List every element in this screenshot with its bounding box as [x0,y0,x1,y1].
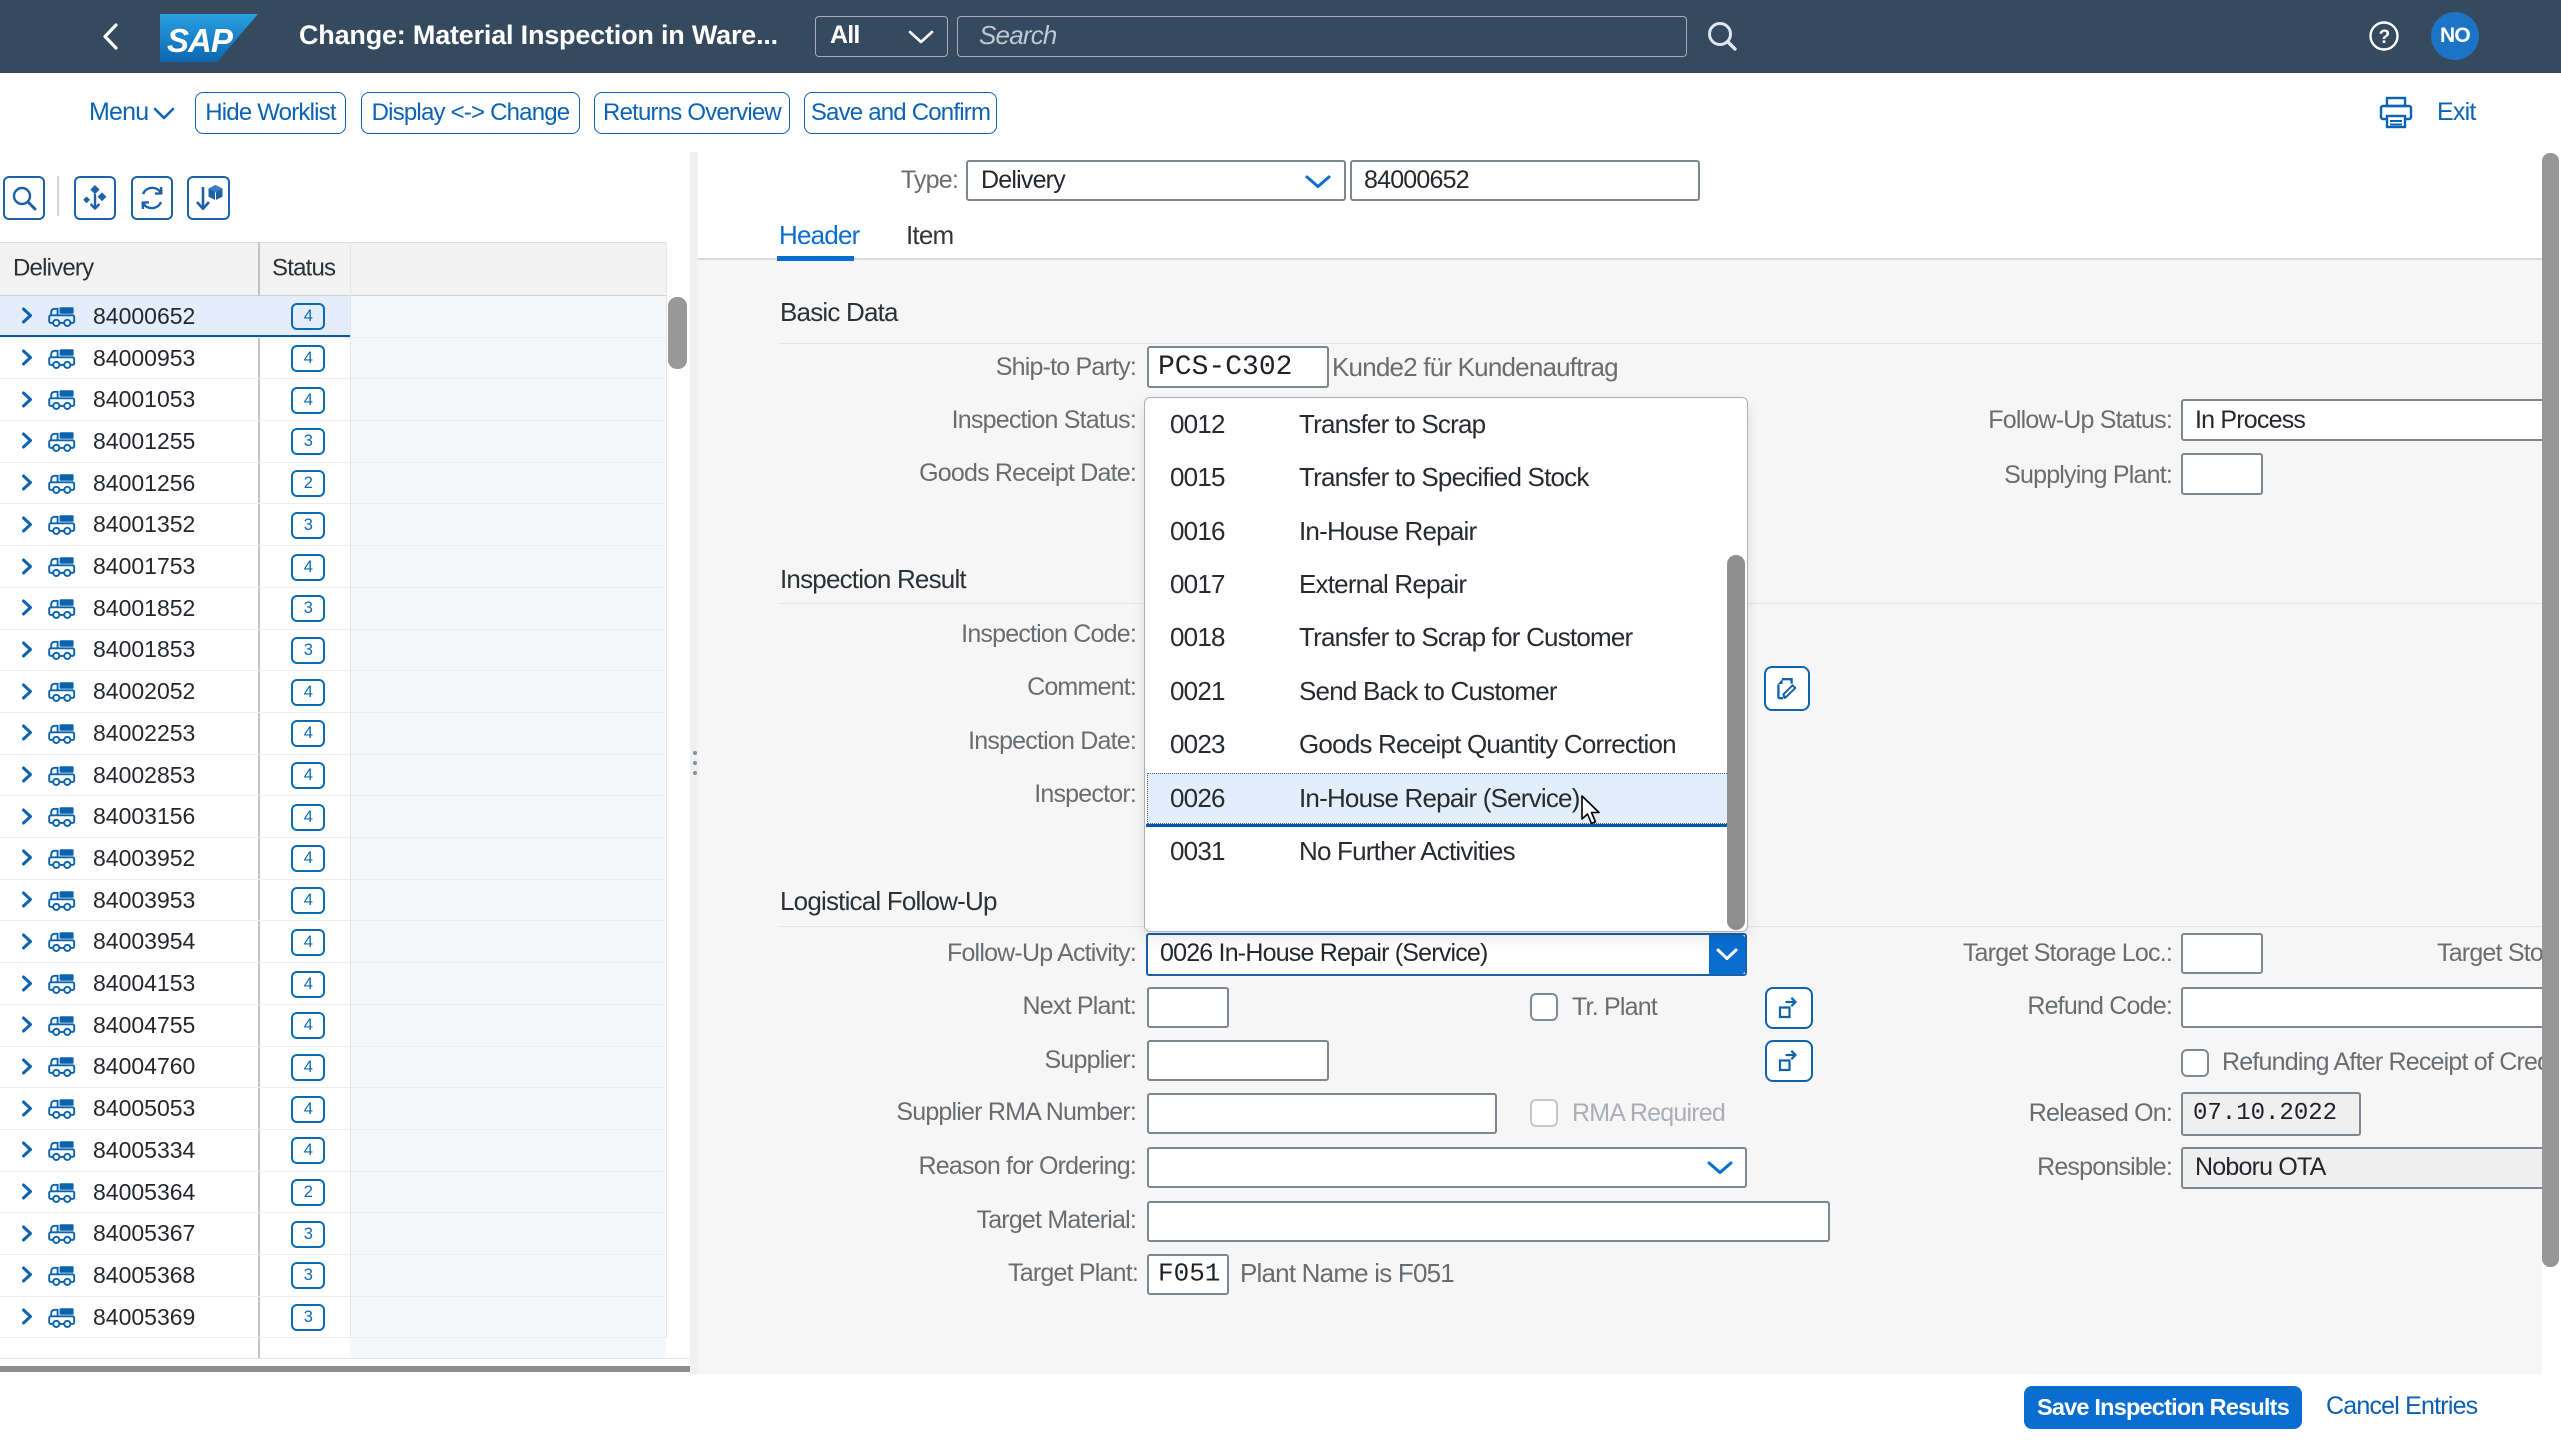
svg-text:SAP: SAP [167,22,234,59]
svg-text:?: ? [2379,27,2390,48]
